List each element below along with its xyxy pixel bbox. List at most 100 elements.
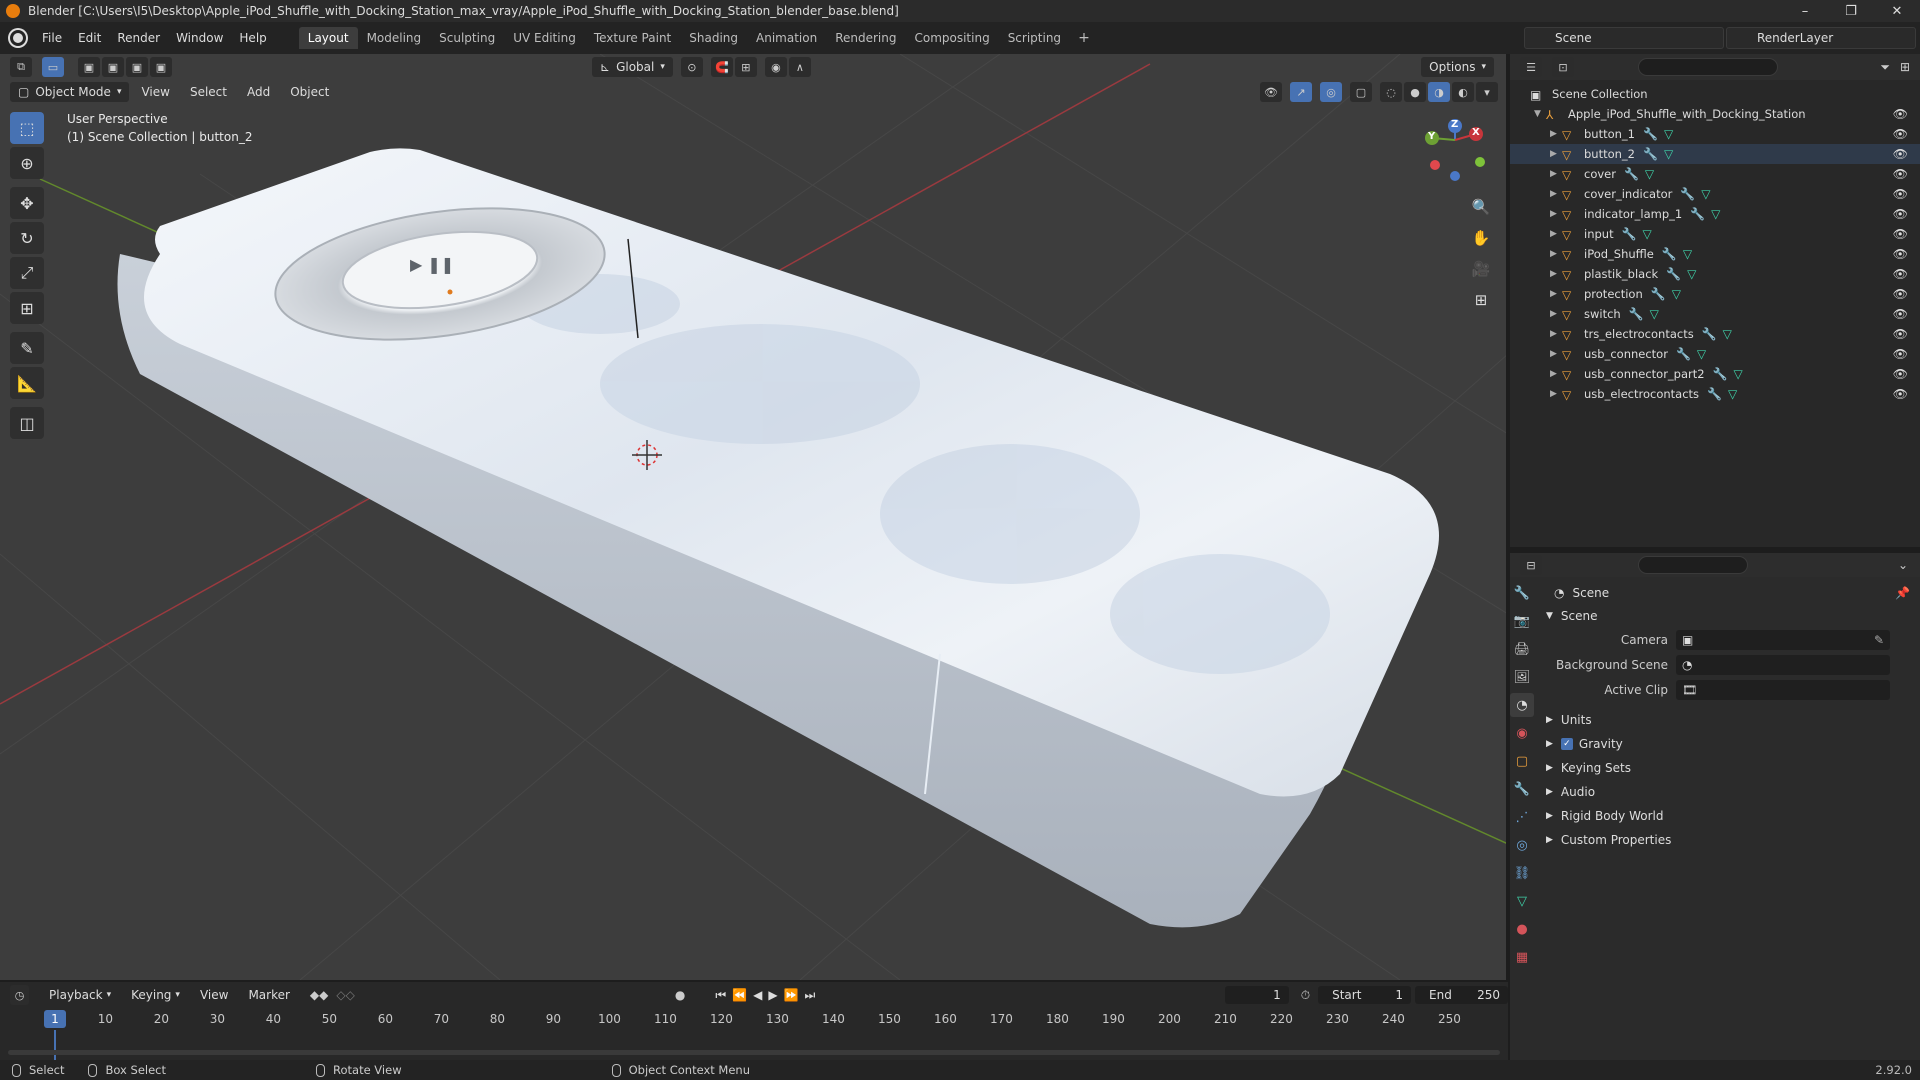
modifier-tab-icon[interactable]: 🔧 bbox=[1510, 777, 1534, 801]
view-layer-tab-icon[interactable]: 🖼 bbox=[1510, 665, 1534, 689]
viewport-menu-select[interactable]: Select bbox=[182, 82, 235, 102]
background-scene-field[interactable]: ◔ bbox=[1676, 654, 1890, 675]
playhead-line[interactable] bbox=[54, 1030, 56, 1060]
viewport-menu-add[interactable]: Add bbox=[239, 82, 278, 102]
scene-panel-header[interactable]: ▼ Scene bbox=[1538, 605, 1920, 627]
annotate-tool-icon[interactable]: ✎ bbox=[10, 332, 44, 364]
expand-triangle-icon[interactable]: ▶ bbox=[1550, 329, 1562, 339]
mesh-data-icon[interactable]: ▽ bbox=[1687, 267, 1696, 281]
modifier-wrench-icon[interactable]: 🔧 bbox=[1651, 287, 1666, 301]
mesh-data-icon[interactable]: ▽ bbox=[1734, 367, 1743, 381]
output-tab-icon[interactable]: 🖨 bbox=[1510, 637, 1534, 661]
modifier-wrench-icon[interactable]: 🔧 bbox=[1643, 147, 1658, 161]
mesh-data-icon[interactable]: ▽ bbox=[1664, 147, 1673, 161]
camera-field[interactable]: ▣ ✎ bbox=[1676, 629, 1890, 650]
expand-triangle-icon[interactable]: ▶ bbox=[1550, 209, 1562, 219]
filter-icon[interactable]: ⏷ bbox=[1880, 60, 1890, 75]
eye-icon[interactable]: 👁 bbox=[1893, 107, 1908, 121]
outliner-object-row[interactable]: ▶ ▽ button_1 🔧 ▽ 👁 bbox=[1510, 124, 1920, 144]
scene-selector[interactable]: Scene bbox=[1524, 27, 1724, 49]
eye-icon[interactable]: 👁 bbox=[1893, 127, 1908, 141]
ortho-grid-icon[interactable]: ⊞ bbox=[1468, 287, 1494, 313]
select-mode-icon[interactable]: ▭ bbox=[42, 57, 64, 77]
modifier-wrench-icon[interactable]: 🔧 bbox=[1622, 227, 1637, 241]
playhead-frame-indicator[interactable]: 1 bbox=[44, 1010, 66, 1028]
outliner-object-row[interactable]: ▶ ▽ switch 🔧 ▽ 👁 bbox=[1510, 304, 1920, 324]
modifier-wrench-icon[interactable]: 🔧 bbox=[1676, 347, 1691, 361]
keyframe-prev-icon[interactable]: ◆◆ bbox=[310, 988, 328, 1002]
record-icon[interactable]: ● bbox=[675, 988, 685, 1002]
mesh-data-icon[interactable]: ▽ bbox=[1645, 167, 1654, 181]
gizmo-toggle-icon[interactable]: ↗ bbox=[1290, 82, 1312, 102]
jump-keyframe-forward-icon[interactable]: ⏩ bbox=[784, 988, 799, 1002]
units-panel[interactable]: ▶ Units bbox=[1538, 708, 1920, 732]
tool-tab-icon[interactable]: 🔧 bbox=[1510, 581, 1534, 605]
collection-row[interactable]: ▼ ⅄ Apple_iPod_Shuffle_with_Docking_Stat… bbox=[1510, 104, 1920, 124]
playback-menu[interactable]: Playback ▾ bbox=[41, 985, 119, 1005]
expand-triangle-icon[interactable]: ▶ bbox=[1550, 309, 1562, 319]
properties-search-input[interactable] bbox=[1638, 556, 1748, 574]
outliner-search-input[interactable] bbox=[1638, 58, 1778, 76]
modifier-wrench-icon[interactable]: 🔧 bbox=[1713, 367, 1728, 381]
tab-scripting[interactable]: Scripting bbox=[999, 27, 1070, 49]
expand-triangle-icon[interactable]: ▶ bbox=[1550, 249, 1562, 259]
minimize-button[interactable]: – bbox=[1782, 0, 1828, 22]
snap-target-icon[interactable]: ⊞ bbox=[734, 57, 757, 77]
physics-tab-icon[interactable]: ◎ bbox=[1510, 833, 1534, 857]
outliner-object-row[interactable]: ▶ ▽ button_2 🔧 ▽ 👁 bbox=[1510, 144, 1920, 164]
3d-viewport[interactable]: ▶ ❚❚ Z X Y ⧉ ▭ ▣ ▣ ▣ ▣ ⊾ Global ▾ ⊙ 🧲 ⊞ … bbox=[0, 54, 1508, 980]
particles-tab-icon[interactable]: ⋰ bbox=[1510, 805, 1534, 829]
maximize-button[interactable]: ❐ bbox=[1828, 0, 1874, 22]
stopwatch-icon[interactable]: ⏱ bbox=[1301, 988, 1310, 1003]
custom-properties-panel[interactable]: ▶ Custom Properties bbox=[1538, 828, 1920, 852]
eye-icon[interactable]: 👁 bbox=[1893, 247, 1908, 261]
menu-edit[interactable]: Edit bbox=[70, 31, 109, 45]
data-tab-icon[interactable]: ▽ bbox=[1510, 889, 1534, 913]
mesh-data-icon[interactable]: ▽ bbox=[1650, 307, 1659, 321]
close-button[interactable]: ✕ bbox=[1874, 0, 1920, 22]
eye-icon[interactable]: 👁 bbox=[1893, 187, 1908, 201]
modifier-wrench-icon[interactable]: 🔧 bbox=[1690, 207, 1705, 221]
expand-triangle-icon[interactable]: ▶ bbox=[1550, 269, 1562, 279]
tab-modeling[interactable]: Modeling bbox=[358, 27, 431, 49]
outliner-object-row[interactable]: ▶ ▽ plastik_black 🔧 ▽ 👁 bbox=[1510, 264, 1920, 284]
keying-menu[interactable]: Keying ▾ bbox=[123, 985, 188, 1005]
mode-dropdown[interactable]: ▢ Object Mode ▾ bbox=[10, 82, 130, 102]
texture-tab-icon[interactable]: ▦ bbox=[1510, 945, 1534, 969]
expand-triangle-icon[interactable]: ▶ bbox=[1550, 349, 1562, 359]
timeline-scrollbar[interactable] bbox=[8, 1050, 1500, 1055]
add-cube-tool-icon[interactable]: ◫ bbox=[10, 407, 44, 439]
timeline-editor-type-icon[interactable]: ◷ bbox=[10, 985, 30, 1005]
audio-panel[interactable]: ▶ Audio bbox=[1538, 780, 1920, 804]
rigid-body-world-panel[interactable]: ▶ Rigid Body World bbox=[1538, 804, 1920, 828]
expand-triangle-icon[interactable]: ▶ bbox=[1550, 129, 1562, 139]
visibility-icon[interactable]: 👁 bbox=[1260, 82, 1282, 102]
jump-end-icon[interactable]: ⏭ bbox=[805, 988, 816, 1003]
outliner-object-row[interactable]: ▶ ▽ trs_electrocontacts 🔧 ▽ 👁 bbox=[1510, 324, 1920, 344]
play-icon[interactable]: ▶ bbox=[768, 988, 777, 1002]
eye-icon[interactable]: 👁 bbox=[1893, 367, 1908, 381]
jump-keyframe-back-icon[interactable]: ⏪ bbox=[732, 988, 747, 1002]
outliner-object-row[interactable]: ▶ ▽ iPod_Shuffle 🔧 ▽ 👁 bbox=[1510, 244, 1920, 264]
eye-icon[interactable]: 👁 bbox=[1893, 167, 1908, 181]
viewport-menu-object[interactable]: Object bbox=[282, 82, 337, 102]
tab-compositing[interactable]: Compositing bbox=[905, 27, 998, 49]
modifier-wrench-icon[interactable]: 🔧 bbox=[1702, 327, 1717, 341]
expand-triangle-icon[interactable]: ▶ bbox=[1550, 149, 1562, 159]
shading-rendered-icon[interactable]: ◐ bbox=[1452, 82, 1474, 102]
scene-tab-icon[interactable]: ◔ bbox=[1510, 693, 1534, 717]
camera-view-icon[interactable]: 🎥 bbox=[1468, 256, 1494, 282]
pivot-point-icon[interactable]: ⊙ bbox=[680, 57, 703, 77]
shading-options-icon[interactable]: ▾ bbox=[1476, 82, 1498, 102]
timeline-ruler[interactable]: 10 20 30 40 50 60 70 80 90 100 110 120 130 140 150 160 1… bbox=[0, 1008, 1508, 1060]
outliner-object-row[interactable]: ▶ ▽ cover 🔧 ▽ 👁 bbox=[1510, 164, 1920, 184]
modifier-wrench-icon[interactable]: 🔧 bbox=[1643, 127, 1658, 141]
eye-icon[interactable]: 👁 bbox=[1893, 267, 1908, 281]
outliner-object-row[interactable]: ▶ ▽ usb_connector 🔧 ▽ 👁 bbox=[1510, 344, 1920, 364]
gravity-panel[interactable]: ▶ ✓ Gravity bbox=[1538, 732, 1920, 756]
options-dropdown[interactable]: Options ▾ bbox=[1421, 57, 1494, 77]
keying-sets-panel[interactable]: ▶ Keying Sets bbox=[1538, 756, 1920, 780]
eyedropper-icon[interactable]: ✎ bbox=[1874, 633, 1884, 647]
scene-collection-row[interactable]: ▣ Scene Collection bbox=[1510, 84, 1920, 104]
properties-editor-type-icon[interactable]: ⊟ bbox=[1520, 555, 1542, 575]
